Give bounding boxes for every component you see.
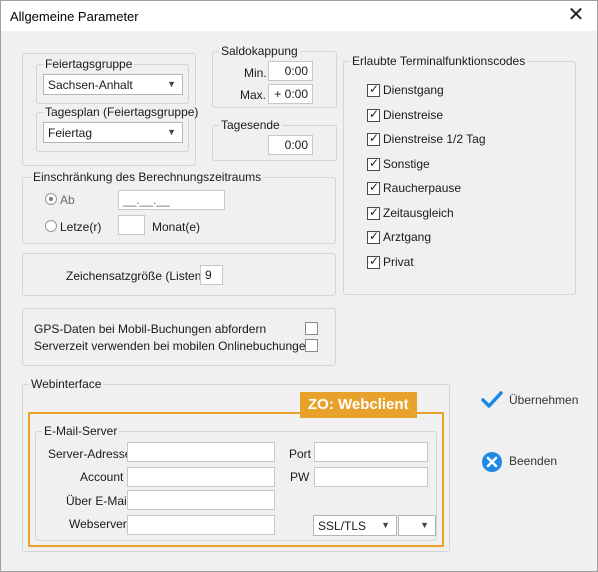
min-input[interactable]: 0:00 [268, 61, 313, 81]
server-adresse-input[interactable] [127, 442, 275, 462]
zeichensatz-input[interactable]: 9 [200, 265, 223, 285]
window-title: Allgemeine Parameter [10, 9, 139, 24]
uebernehmen-label: Übernehmen [509, 393, 579, 407]
terminal-code-label: Dienstreise 1/2 Tag [383, 132, 486, 146]
ueber-email-input[interactable] [127, 490, 275, 510]
chevron-down-icon: ▼ [167, 79, 176, 89]
max-label: Max. [240, 88, 267, 102]
tagesplan-legend: Tagesplan (Feiertagsgruppe) [43, 105, 201, 119]
terminal-code-checkbox[interactable] [367, 254, 380, 269]
terminal-code-checkbox[interactable] [367, 107, 380, 122]
tagesende-legend: Tagesende [219, 118, 282, 132]
monat-label: Monat(e) [152, 220, 201, 234]
gps-checkbox[interactable] [305, 322, 318, 335]
pw-label: PW [290, 470, 310, 484]
account-label: Account [80, 470, 124, 484]
max-input[interactable]: + 0:00 [268, 84, 313, 104]
webclient-highlight-tag: ZO: Webclient [300, 392, 417, 418]
serverzeit-label: Serverzeit verwenden bei mobilen Onlineb… [34, 339, 313, 353]
title-bar: Allgemeine Parameter ✕ [1, 1, 597, 31]
account-input[interactable] [127, 467, 275, 487]
secondary-select[interactable]: ▼ [398, 515, 436, 536]
letzte-radio[interactable] [45, 220, 57, 232]
letzte-input[interactable] [118, 215, 145, 235]
einschraenkung-legend: Einschränkung des Berechnungszeitraums [31, 170, 264, 184]
close-icon[interactable]: ✕ [561, 3, 591, 29]
email-server-legend: E-Mail-Server [42, 424, 120, 438]
terminal-code-label: Arztgang [383, 230, 432, 244]
webinterface-legend: Webinterface [29, 377, 104, 391]
checkmark-icon [481, 391, 503, 408]
mobile-options-group [22, 308, 336, 366]
terminal-code-label: Privat [383, 254, 414, 269]
letzte-label: Letze(r) [60, 220, 102, 234]
terminal-code-label: Zeitausgleich [383, 205, 454, 220]
tagesplan-select[interactable]: Feiertag ▼ [43, 122, 183, 143]
ab-date-input[interactable]: __.__.__ [118, 190, 225, 210]
terminal-code-checkbox[interactable] [367, 180, 380, 195]
zeichensatz-label: Zeichensatzgröße (Listen) [66, 269, 206, 283]
tagesplan-value: Feiertag [48, 126, 93, 140]
feiertagsgruppe-select[interactable]: Sachsen-Anhalt ▼ [43, 74, 183, 95]
ab-date-value: __.__.__ [123, 193, 170, 207]
chevron-down-icon: ▼ [167, 127, 176, 137]
terminal-code-checkbox[interactable] [367, 156, 380, 171]
uebernehmen-button[interactable]: Übernehmen [481, 390, 581, 412]
terminal-code-label: Sonstige [383, 156, 430, 171]
terminal-code-checkbox[interactable] [367, 131, 380, 146]
feiertagsgruppe-legend: Feiertagsgruppe [43, 57, 135, 71]
terminal-code-checkbox[interactable] [367, 82, 380, 97]
server-adresse-label: Server-Adresse [48, 447, 132, 461]
security-value: SSL/TLS [318, 519, 367, 533]
port-label: Port [289, 447, 312, 461]
tagesende-input[interactable]: 0:00 [268, 135, 313, 155]
pw-input[interactable] [314, 467, 428, 487]
port-input[interactable] [314, 442, 428, 462]
min-label: Min. [244, 66, 267, 80]
security-select[interactable]: SSL/TLS ▼ [313, 515, 397, 536]
max-value: + 0:00 [274, 87, 308, 101]
ueber-email-label: Über E-Mail [66, 494, 130, 508]
webserver-label: Webserver [69, 517, 127, 531]
ab-label: Ab [60, 193, 75, 207]
zeichensatz-value: 9 [205, 268, 212, 282]
beenden-button[interactable]: Beenden [481, 451, 581, 475]
terminal-code-label: Dienstgang [383, 83, 444, 97]
saldokappung-legend: Saldokappung [219, 44, 300, 58]
ab-radio[interactable] [45, 193, 57, 205]
min-value: 0:00 [284, 64, 308, 78]
terminal-code-checkbox[interactable] [367, 229, 380, 244]
terminal-code-label: Raucherpause [383, 181, 462, 195]
chevron-down-icon: ▼ [420, 520, 429, 530]
dialog-client: Feiertagsgruppe Sachsen-Anhalt ▼ Tagespl… [1, 31, 597, 571]
feiertagsgruppe-value: Sachsen-Anhalt [48, 78, 133, 92]
close-circle-icon [482, 452, 502, 472]
tagesende-value: 0:00 [284, 138, 308, 152]
dialog-window: Allgemeine Parameter ✕ Feiertagsgruppe S… [0, 0, 598, 572]
terminal-code-checkbox[interactable] [367, 205, 380, 220]
chevron-down-icon: ▼ [381, 520, 390, 530]
serverzeit-checkbox[interactable] [305, 339, 318, 352]
gps-label: GPS-Daten bei Mobil-Buchungen abfordern [34, 322, 267, 336]
terminal-code-label: Dienstreise [383, 107, 444, 122]
beenden-label: Beenden [509, 454, 558, 468]
webserver-input[interactable] [127, 515, 275, 535]
terminal-codes-legend: Erlaubte Terminalfunktionscodes [350, 54, 528, 68]
